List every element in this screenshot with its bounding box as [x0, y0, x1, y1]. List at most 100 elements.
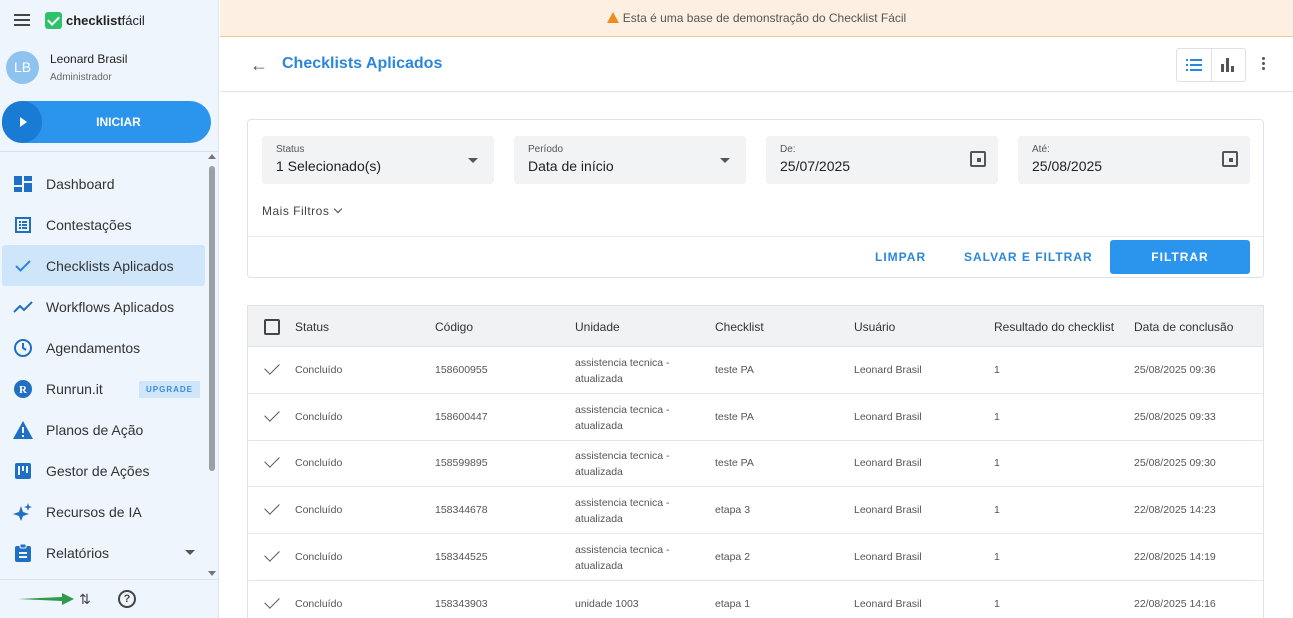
select-all-checkbox[interactable] — [264, 319, 280, 335]
sidebar-item-label: Gestor de Ações — [46, 462, 150, 479]
column-header[interactable]: Data de conclusão — [1134, 320, 1233, 334]
sidebar-item-planos-de-acao[interactable]: Planos de Ação — [2, 409, 205, 450]
clipboard-icon — [13, 543, 33, 563]
app-logo[interactable]: checklistfácil — [45, 12, 145, 29]
back-arrow-icon[interactable]: ← — [250, 55, 268, 76]
table-header: Status Código Unidade Checklist Usuário Resul… — [248, 306, 1263, 347]
table-row[interactable]: Concluído 158600447 assistencia tecnica - … — [248, 394, 1263, 441]
date-from-field[interactable]: De: 25/07/2025 — [766, 136, 998, 184]
column-header[interactable]: Checklist — [715, 320, 764, 334]
sidebar-item-agendamentos[interactable]: Agendamentos — [2, 327, 205, 368]
cell-status: Concluído — [295, 597, 343, 610]
sidebar-scrollbar[interactable] — [207, 152, 217, 578]
completed-check-icon — [264, 452, 280, 469]
table-row[interactable]: Concluído 158600955 assistencia tecnica - … — [248, 347, 1263, 394]
sidebar-header: checklistfácil — [0, 0, 219, 40]
calendar-icon[interactable] — [1222, 151, 1238, 167]
chevron-down-icon — [334, 204, 343, 214]
chevron-down-icon[interactable] — [185, 550, 195, 555]
period-select[interactable]: Período Data de início — [514, 136, 746, 184]
help-icon[interactable]: ? — [118, 590, 136, 608]
cell-date: 22/08/2025 14:23 — [1134, 504, 1216, 517]
table-row[interactable]: Concluído 158343903 unidade 1003 etapa 1 Leo… — [248, 581, 1263, 618]
arrow-right-icon — [18, 593, 74, 605]
sort-icon[interactable]: ⇅ — [79, 591, 91, 608]
avatar: LB — [6, 50, 39, 84]
sidebar-item-label: Agendamentos — [46, 339, 141, 356]
table-row[interactable]: Concluído 158344525 assistencia tecnica - … — [248, 534, 1263, 581]
date-from-value: 25/07/2025 — [780, 158, 851, 174]
check-icon — [13, 256, 33, 276]
user-info: Leonard Brasil Administrador — [50, 52, 127, 83]
start-button[interactable]: INICIAR — [2, 101, 211, 143]
cell-checklist: teste PA — [715, 410, 754, 423]
view-toggle — [1176, 48, 1246, 82]
column-header[interactable]: Código — [435, 320, 473, 334]
logo-text: checklistfácil — [66, 13, 145, 28]
column-header[interactable]: Resultado do checklist — [994, 320, 1114, 334]
cell-code: 158600955 — [435, 364, 488, 376]
cell-result: 1 — [994, 597, 1000, 610]
table-row[interactable]: Concluído 158344678 assistencia tecnica - … — [248, 487, 1263, 535]
upgrade-badge[interactable]: UPGRADE — [138, 381, 200, 398]
sidebar-item-label: Relatórios — [46, 544, 110, 561]
column-header[interactable]: Status — [295, 320, 329, 334]
trend-icon — [13, 297, 33, 317]
cell-result: 1 — [994, 410, 1000, 423]
date-to-field[interactable]: Até: 25/08/2025 — [1018, 136, 1250, 184]
column-header[interactable]: Usuário — [854, 320, 895, 334]
sidebar-item-relatorios[interactable]: Relatórios — [2, 532, 205, 573]
sidebar-footer: ⇅ ? — [0, 579, 219, 618]
filter-button[interactable]: FILTRAR — [1110, 240, 1250, 274]
scroll-down-icon[interactable] — [208, 571, 216, 576]
user-profile[interactable]: LB Leonard Brasil Administrador — [6, 49, 127, 85]
board-icon — [13, 461, 33, 481]
more-filters-toggle[interactable]: Mais Filtros — [262, 204, 343, 218]
cell-user: Leonard Brasil — [854, 410, 922, 423]
cell-user: Leonard Brasil — [854, 597, 922, 610]
filter-divider — [248, 236, 1263, 237]
sidebar-nav: Dashboard Contestações Checklists Aplicado… — [2, 163, 205, 573]
sidebar-item-label: Workflows Aplicados — [46, 298, 175, 315]
sidebar-item-label: Dashboard — [46, 175, 115, 192]
table-row[interactable]: Concluído 158599895 assistencia tecnica - … — [248, 440, 1263, 488]
status-select[interactable]: Status 1 Selecionado(s) — [262, 136, 494, 184]
runrun-icon: R — [13, 379, 33, 399]
clear-button[interactable]: LIMPAR — [875, 250, 926, 264]
sidebar-item-label: Checklists Aplicados — [46, 257, 174, 274]
cell-user: Leonard Brasil — [854, 364, 922, 376]
sidebar: checklistfácil LB Leonard Brasil Adminis… — [0, 0, 219, 618]
play-icon — [2, 101, 42, 143]
sidebar-item-gestor-de-acoes[interactable]: Gestor de Ações — [2, 450, 205, 491]
sparkle-icon — [13, 502, 33, 522]
column-header[interactable]: Unidade — [575, 320, 620, 334]
sidebar-item-workflows-aplicados[interactable]: Workflows Aplicados — [2, 286, 205, 327]
save-and-filter-button[interactable]: SALVAR E FILTRAR — [964, 250, 1093, 264]
period-select-label: Período — [528, 144, 564, 155]
sidebar-item-checklists-aplicados[interactable]: Checklists Aplicados — [2, 245, 205, 286]
more-options-icon[interactable] — [1262, 57, 1266, 72]
list-view-icon[interactable] — [1177, 49, 1211, 81]
logo-check-icon — [45, 12, 62, 29]
filter-panel: Status 1 Selecionado(s) Período Data de … — [247, 119, 1264, 278]
period-select-value: Data de início — [528, 158, 614, 174]
cell-code: 158344678 — [435, 504, 488, 517]
date-to-value: 25/08/2025 — [1032, 158, 1103, 174]
sidebar-item-recursos-de-ia[interactable]: Recursos de IA — [2, 491, 205, 532]
chart-view-icon[interactable] — [1210, 49, 1246, 81]
sidebar-item-contestacoes[interactable]: Contestações — [2, 204, 205, 245]
page-header: ← Checklists Aplicados — [220, 38, 1293, 92]
hamburger-menu-icon[interactable] — [14, 14, 30, 26]
calendar-icon[interactable] — [970, 151, 986, 167]
scrollbar-thumb[interactable] — [209, 166, 215, 471]
sidebar-item-runrun-it[interactable]: R Runrun.it UPGRADE — [2, 368, 205, 409]
cell-status: Concluído — [295, 457, 343, 470]
cell-status: Concluído — [295, 504, 343, 517]
sidebar-item-label: Planos de Ação — [46, 421, 144, 438]
app-root: checklistfácil LB Leonard Brasil Adminis… — [0, 0, 1293, 618]
cell-result: 1 — [994, 364, 1000, 376]
dropdown-arrow-icon — [468, 158, 478, 163]
scroll-up-icon[interactable] — [208, 154, 216, 159]
cell-status: Concluído — [295, 410, 343, 423]
sidebar-item-dashboard[interactable]: Dashboard — [2, 163, 205, 204]
